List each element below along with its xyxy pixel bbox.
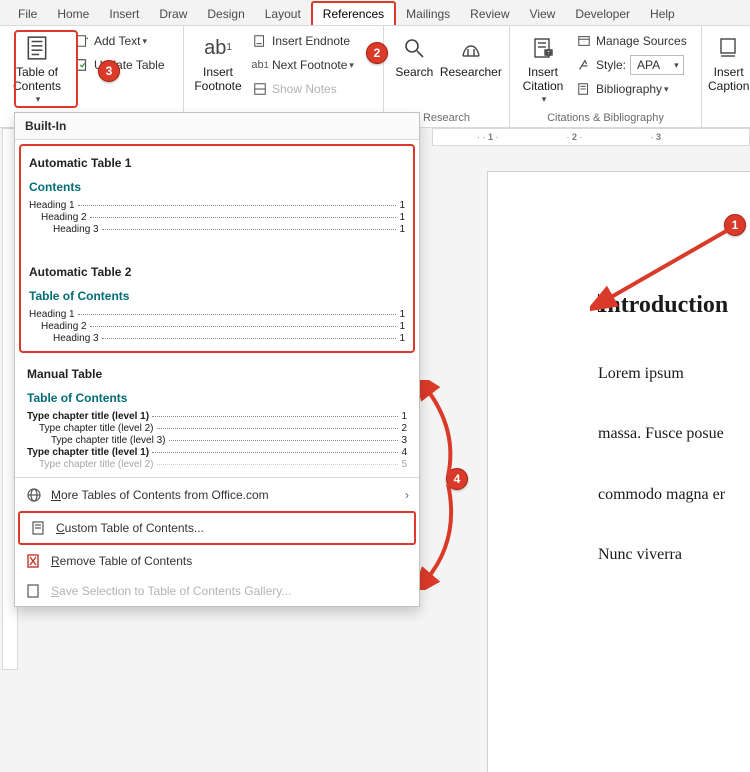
toc-preview-line: Type chapter title (level 2)2 [27,423,407,434]
chevron-down-icon: ▾ [36,94,41,104]
toc-preview-line: Heading 21 [29,212,405,223]
toc-preview-line: Heading 31 [29,333,405,344]
table-of-contents-button[interactable]: Table of Contents▾ [6,30,68,104]
preview-heading-manual: Table of Contents [27,391,407,405]
tab-design[interactable]: Design [197,3,254,25]
tab-review[interactable]: Review [460,3,519,25]
tab-help[interactable]: Help [640,3,685,25]
tab-mailings[interactable]: Mailings [396,3,460,25]
body-text: massa. Fusce posue [598,419,750,449]
toc-preview-line: Heading 31 [29,224,405,235]
style-icon [576,57,592,73]
remove-toc-menu-item[interactable]: RRemove Table of Contentsemove Table of … [15,546,419,576]
citation-icon: (-) [529,34,557,62]
researcher-icon [457,34,485,62]
chevron-down-icon: ▾ [349,60,354,71]
gallery-title-manual: Manual Table [27,367,407,381]
toc-preview-line: Type chapter title (level 3)3 [27,435,407,446]
tab-layout[interactable]: Layout [255,3,311,25]
insert-endnote-button[interactable]: Insert Endnote [248,30,358,52]
insert-citation-button[interactable]: (-) Insert Citation▾ [516,30,570,104]
toc-preview-line: Heading 11 [29,309,405,320]
search-button[interactable]: Search [390,30,439,80]
chevron-down-icon: ▾ [142,36,147,47]
tab-file[interactable]: File [8,3,47,25]
group-label-citations: Citations & Bibliography [516,109,695,127]
gallery-title-auto1[interactable]: Automatic Table 1 [29,156,405,170]
save-gallery-icon [25,582,43,600]
style-selector[interactable]: Style:APA▾ [572,54,691,76]
toc-icon [23,34,51,62]
toc-dropdown-panel: Built-In Automatic Table 1 Contents Head… [14,112,420,607]
caption-icon [715,34,743,62]
panel-header-built-in: Built-In [15,113,419,140]
toc-preview-line: Heading 21 [29,321,405,332]
group-captions: Insert Caption [702,26,750,127]
annotation-badge-1: 1 [724,214,746,236]
chevron-down-icon: ▾ [542,94,547,104]
footnote-icon: ab1 [204,34,232,62]
chevron-right-icon: › [405,488,409,502]
remove-icon [25,552,43,570]
toc-gallery-auto: Automatic Table 1 Contents Heading 11 He… [19,144,415,353]
toc-preview-line: Type chapter title (level 2)5 [27,459,407,470]
next-footnote-icon: ab1 [252,57,268,73]
preview-heading-auto1: Contents [29,180,405,194]
add-text-button[interactable]: Add Text▾ [70,30,169,52]
insert-footnote-button[interactable]: ab1 Insert Footnote [190,30,246,94]
style-dropdown[interactable]: APA▾ [630,55,684,75]
body-text: commodo magna er [598,480,750,510]
heading-introduction: Introduction [598,292,750,319]
toc-button-label: Table of Contents [13,66,61,94]
show-notes-button: Show Notes [248,78,358,100]
search-icon [400,34,428,62]
document-page[interactable]: Introduction Lorem ipsum massa. Fusce po… [488,172,750,772]
bibliography-button[interactable]: Bibliography▾ [572,78,691,100]
custom-toc-menu-item[interactable]: CCustom Table of Contents...ustom Table … [20,513,414,543]
annotation-badge-2: 2 [366,42,388,64]
insert-caption-button[interactable]: Insert Caption [708,30,749,94]
chevron-down-icon: ▾ [674,60,679,71]
manage-sources-button[interactable]: Manage Sources [572,30,691,52]
tab-developer[interactable]: Developer [565,3,640,25]
svg-text:(-): (-) [546,50,551,56]
horizontal-ruler: · · 1 ·· 2 ·· 3 [432,128,750,146]
annotation-arrow-4b [418,480,468,590]
next-footnote-button[interactable]: ab1Next Footnote▾ [248,54,358,76]
show-notes-icon [252,81,268,97]
separator [15,477,419,478]
group-citations: (-) Insert Citation▾ Manage Sources Styl… [510,26,702,127]
tab-references[interactable]: References [311,1,396,25]
preview-heading-auto2: Table of Contents [29,289,405,303]
annotation-badge-3: 3 [98,60,120,82]
globe-icon [25,486,43,504]
toc-preview-line: Type chapter title (level 1)4 [27,447,407,458]
gallery-title-auto2[interactable]: Automatic Table 2 [29,265,405,279]
bibliography-icon [576,81,592,97]
endnote-icon [252,33,268,49]
add-text-icon [74,33,90,49]
update-icon [74,57,90,73]
researcher-button[interactable]: Researcher [439,30,503,80]
sources-icon [576,33,592,49]
toc-preview-line: Heading 11 [29,200,405,211]
annotation-badge-4: 4 [446,468,468,490]
more-tables-menu-item[interactable]: MMore Tables of Contents from Office.com… [15,480,419,510]
save-selection-menu-item: SSave Selection to Table of Contents Gal… [15,576,419,606]
body-text: Nunc viverra [598,540,750,570]
gallery-manual[interactable]: Manual Table Table of Contents Type chap… [15,357,419,475]
chevron-down-icon: ▾ [664,84,669,95]
custom-toc-icon [30,519,48,537]
tab-draw[interactable]: Draw [149,3,197,25]
text-cursor [598,294,599,312]
body-text: Lorem ipsum [598,359,750,389]
ribbon-tabs: File Home Insert Draw Design Layout Refe… [0,0,750,26]
tab-view[interactable]: View [520,3,566,25]
tab-home[interactable]: Home [47,3,99,25]
toc-preview-line: Type chapter title (level 1)1 [27,411,407,422]
tab-insert[interactable]: Insert [99,3,149,25]
